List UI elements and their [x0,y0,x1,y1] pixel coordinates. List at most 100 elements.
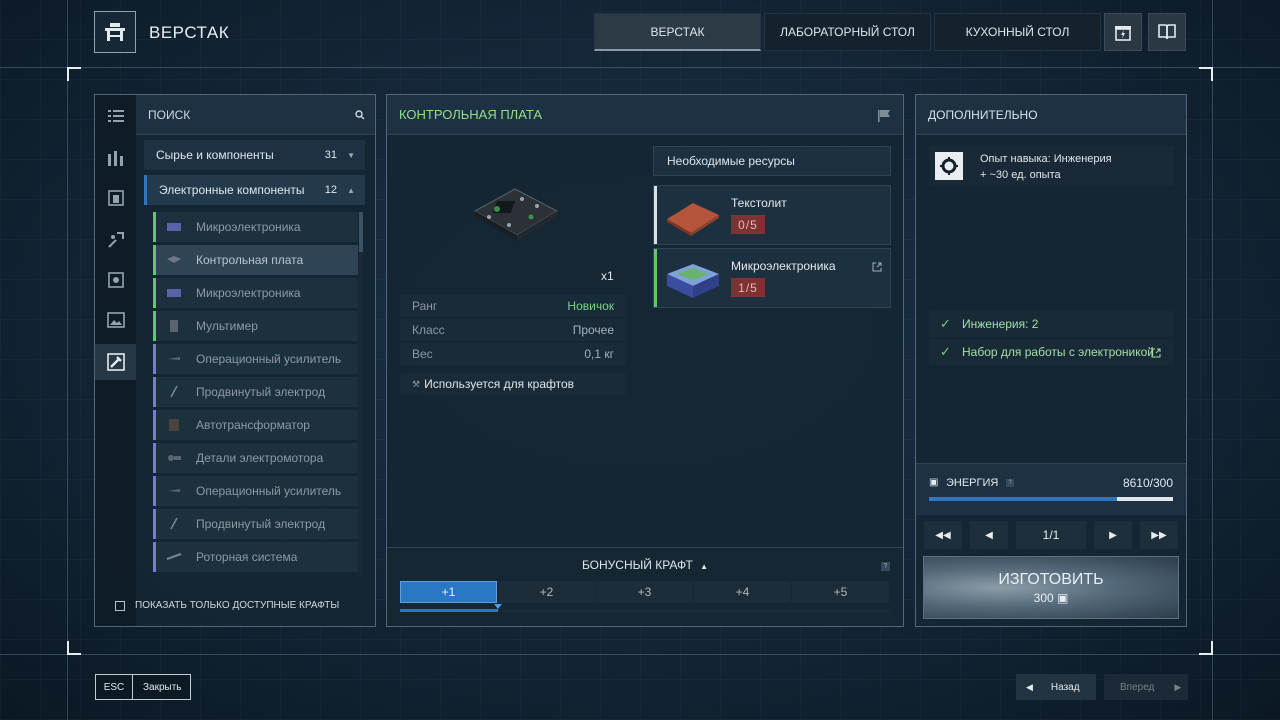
stat-class: Класс Прочее [400,319,626,341]
rotor-system-icon [166,550,182,563]
energy-icon: ▣ [929,477,939,488]
tab-lab-table[interactable]: ЛАБОРАТОРНЫЙ СТОЛ [764,13,931,51]
gear-icon [935,152,963,180]
bonus-tab[interactable]: +2 [498,581,595,603]
category-electronic-components[interactable]: Электронные компоненты 12 ▲ [144,175,365,205]
rarity-bar [654,249,657,307]
category-count: 12 [324,184,337,196]
item-label: Операционный усилитель [196,484,342,498]
resource-name: Микроэлектроника [731,259,836,273]
resource-textolite[interactable]: Текстолит 0/5 [653,185,891,245]
used-for-crafts[interactable]: ⚒ Используется для крафтов [400,373,626,395]
list-item[interactable]: Операционный усилитель [153,344,358,374]
first-page-button[interactable]: ◀◀ [924,521,962,549]
energy-bar-fill [929,497,1117,501]
recipe-title-bar: КОНТРОЛЬНАЯ ПЛАТА [387,95,903,135]
bonus-tab-label: +4 [735,585,750,599]
frame-corner [1199,67,1213,81]
bonus-craft-toggle[interactable]: БОНУСНЫЙ КРАФТ ▲ [387,558,903,572]
microelectronics-icon [166,286,182,299]
list-item[interactable]: Автотрансформатор [153,410,358,440]
forward-button[interactable]: Вперед ▶ [1104,674,1188,700]
stat-rank: Ранг Новичок [400,295,626,317]
frame-corner [67,641,81,655]
category-raw-materials[interactable]: Сырье и компоненты 31 ▼ [144,140,365,170]
list-item[interactable]: Роторная система [153,542,358,572]
frame-line [1212,0,1213,720]
list-item[interactable]: Микроэлектроника [153,278,358,308]
gift-energy-icon[interactable] [1104,13,1142,51]
close-button[interactable]: ESC Закрыть [95,674,191,700]
stat-label: Ранг [412,299,438,313]
list-item[interactable]: Микроэлектроника [153,212,358,242]
tab-label: ЛАБОРАТОРНЫЙ СТОЛ [780,25,915,39]
microelectronics-icon [166,220,182,233]
last-page-button[interactable]: ▶▶ [1140,521,1178,549]
materials-icon[interactable] [103,145,129,171]
stat-weight: Вес 0,1 кг [400,343,626,365]
back-button[interactable]: ◀ Назад [1016,674,1096,700]
frame-line [0,654,1280,655]
flag-icon[interactable] [877,109,891,126]
scrollbar-thumb[interactable] [359,212,363,252]
container-icon[interactable] [103,185,129,211]
rarity-bar [654,186,657,244]
bonus-tab-label: +2 [539,585,554,599]
stat-value: Новичок [567,299,614,313]
list-item[interactable]: Продвинутый электрод [153,509,358,539]
frame-corner [1199,641,1213,655]
item-label: Контрольная плата [196,253,304,267]
resource-quantity: 0/5 [731,215,765,234]
external-link-icon[interactable] [1151,347,1161,361]
combat-icon[interactable] [103,227,129,253]
item-label: Автотрансформатор [196,418,310,432]
stat-value: 0,1 кг [584,347,614,361]
list-item[interactable]: Операционный усилитель [153,476,358,506]
checkbox[interactable] [115,600,125,611]
list-item[interactable]: Детали электромотора [153,443,358,473]
bonus-tab-label: +5 [833,585,848,599]
bonus-tab[interactable]: +5 [792,581,889,603]
op-amp-icon [166,352,182,365]
bonus-progress-marker [494,604,502,609]
resource-microelectronics[interactable]: Микроэлектроника 1/5 [653,248,891,308]
craft-button[interactable]: ИЗГОТОВИТЬ 300 ▣ [923,556,1179,619]
search-icon[interactable] [355,109,365,123]
item-label: Детали электромотора [196,451,324,465]
settings-box-icon[interactable] [103,267,129,293]
help-icon[interactable]: ? [881,562,890,571]
list-item[interactable]: Контрольная плата [153,245,358,275]
back-label: Назад [1050,681,1080,693]
additional-title: ДОПОЛНИТЕЛЬНО [928,107,1038,122]
help-icon[interactable]: ? [1006,479,1014,487]
bonus-tab[interactable]: +3 [596,581,693,603]
list-item[interactable]: Мультимер [153,311,358,341]
book-icon[interactable] [1148,13,1186,51]
list-item[interactable]: Продвинутый электрод [153,377,358,407]
external-link-icon[interactable] [872,261,882,275]
requirement-tool[interactable]: ✓ Набор для работы с электроникой [929,339,1173,365]
next-page-button[interactable]: ▶ [1094,521,1132,549]
category-label: Сырье и компоненты [156,148,274,162]
tab-workbench[interactable]: ВЕРСТАК [594,13,761,51]
prev-page-button[interactable]: ◀ [970,521,1008,549]
microelectronics-icon [663,258,721,300]
tab-kitchen-table[interactable]: КУХОННЫЙ СТОЛ [934,13,1101,51]
only-available-toggle[interactable]: ПОКАЗАТЬ ТОЛЬКО ДОСТУПНЫЕ КРАФТЫ [115,600,339,611]
craft-button-label: ИЗГОТОВИТЬ [998,570,1104,588]
search-bar[interactable]: ПОИСК [136,95,375,135]
item-label: Роторная система [196,550,298,564]
image-icon[interactable] [103,307,129,333]
item-label: Мультимер [196,319,258,333]
electrode-icon [166,385,182,398]
craft-tools-icon[interactable] [95,344,136,380]
bonus-tab[interactable]: +4 [694,581,791,603]
craft-cost-value: 300 [1033,590,1054,605]
workbench-icon [94,11,136,53]
resource-name: Текстолит [731,196,787,210]
requirement-skill: ✓ Инженерия: 2 [929,311,1173,337]
bonus-tab[interactable]: +1 [400,581,497,603]
list-icon[interactable] [103,103,129,129]
tab-label: ВЕРСТАК [650,24,705,39]
list-scrollbar[interactable] [359,212,363,575]
